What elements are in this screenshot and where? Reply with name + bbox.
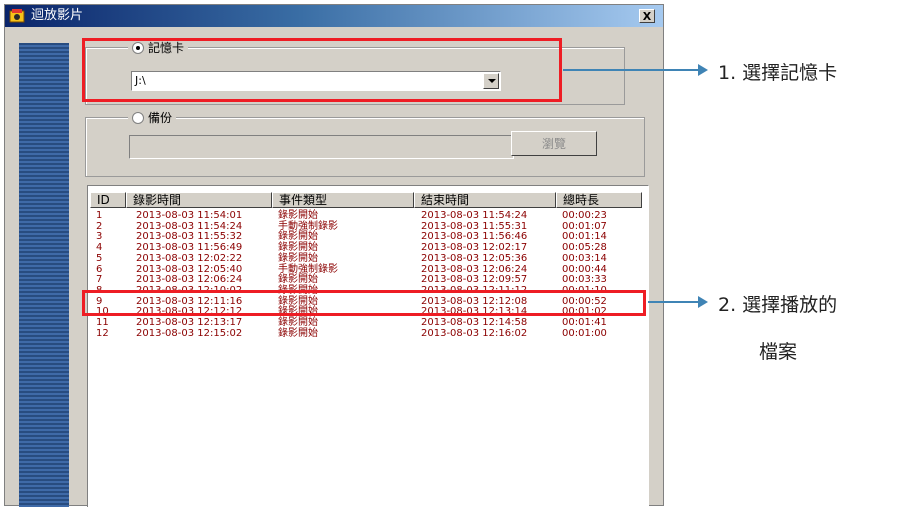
annotation-box-memory-card <box>82 38 562 102</box>
backup-path-field[interactable] <box>129 135 514 159</box>
cell-start-time: 2013-08-03 11:54:01 <box>136 210 243 221</box>
browse-button[interactable]: 瀏覽 <box>511 131 597 156</box>
annotation-step1: 1. 選擇記憶卡 <box>718 62 838 84</box>
cell-event-type: 手動強制錄影 <box>278 263 338 275</box>
column-header-id[interactable]: ID <box>90 192 126 208</box>
cell-event-type: 錄影開始 <box>278 231 318 243</box>
arrow-line-step1 <box>563 69 699 71</box>
column-header-start-time[interactable]: 錄影時間 <box>126 192 272 208</box>
table-row[interactable]: 12 2013-08-03 12:15:02 錄影開始 2013-08-03 12:1… <box>88 328 648 339</box>
cell-start-time: 2013-08-03 11:56:49 <box>136 242 243 254</box>
cell-end-time: 2013-08-03 12:16:02 <box>421 327 528 339</box>
cell-end-time: 2013-08-03 12:14:58 <box>421 317 528 328</box>
backup-option[interactable]: 備份 <box>128 109 177 126</box>
cell-event-type: 錄影開始 <box>278 327 318 339</box>
table-row[interactable]: 6 2013-08-03 12:05:40 手動強制錄影 2013-08-03 12:… <box>88 264 648 275</box>
cell-event-type: 錄影開始 <box>278 317 318 328</box>
table-row[interactable]: 7 2013-08-03 12:06:24 錄影開始 2013-08-03 12:09… <box>88 274 648 285</box>
cell-start-time: 2013-08-03 12:13:17 <box>136 317 243 328</box>
annotation-step2-line2: 檔案 <box>759 341 798 363</box>
cell-start-time: 2013-08-03 12:06:24 <box>136 274 243 286</box>
cell-event-type: 錄影開始 <box>278 210 318 221</box>
cell-start-time: 2013-08-03 12:15:02 <box>136 327 243 339</box>
table-row[interactable]: 5 2013-08-03 12:02:22 錄影開始 2013-08-03 12:05… <box>88 253 648 264</box>
cell-event-type: 錄影開始 <box>278 252 318 264</box>
cell-end-time: 2013-08-03 12:05:36 <box>421 252 528 264</box>
cell-event-type: 錄影開始 <box>278 274 318 286</box>
cell-event-type: 錄影開始 <box>278 242 318 254</box>
cell-end-time: 2013-08-03 11:54:24 <box>421 210 528 221</box>
cell-duration: 00:01:14 <box>562 231 607 243</box>
cell-duration: 00:03:14 <box>562 252 607 264</box>
cell-end-time: 2013-08-03 11:56:46 <box>421 231 528 243</box>
cell-id: 11 <box>96 317 109 328</box>
cell-duration: 00:00:44 <box>562 263 607 275</box>
arrow-line-step2 <box>648 301 700 303</box>
cell-id: 5 <box>96 252 103 264</box>
table-row[interactable]: 3 2013-08-03 11:55:32 錄影開始 2013-08-03 11:56… <box>88 231 648 242</box>
cell-id: 4 <box>96 242 103 254</box>
cell-start-time: 2013-08-03 12:05:40 <box>136 263 243 275</box>
cell-duration: 00:00:23 <box>562 210 607 221</box>
arrow-head-step1-icon <box>698 64 708 76</box>
arrow-head-step2-icon <box>698 296 708 308</box>
app-icon <box>9 9 25 23</box>
table-row[interactable]: 1 2013-08-03 11:54:01 錄影開始 2013-08-03 11:54… <box>88 210 648 221</box>
close-button[interactable]: X <box>639 9 655 23</box>
column-header-event-type[interactable]: 事件類型 <box>272 192 414 208</box>
title-bar[interactable]: 迴放影片 X <box>5 5 663 27</box>
sidebar-decoration <box>19 43 69 507</box>
recording-list[interactable]: ID 錄影時間 事件類型 結束時間 總時長 1 2013-08-03 11:54:… <box>87 185 649 507</box>
cell-duration: 00:01:41 <box>562 317 607 328</box>
cell-start-time: 2013-08-03 11:54:24 <box>136 220 243 232</box>
cell-duration: 00:01:00 <box>562 327 607 339</box>
cell-id: 1 <box>96 210 103 221</box>
cell-duration: 00:01:07 <box>562 220 607 232</box>
cell-start-time: 2013-08-03 11:55:32 <box>136 231 243 243</box>
annotation-box-selected-row <box>82 290 646 316</box>
column-header-duration[interactable]: 總時長 <box>556 192 642 208</box>
cell-id: 7 <box>96 274 103 286</box>
cell-id: 3 <box>96 231 103 243</box>
cell-id: 12 <box>96 327 109 339</box>
cell-end-time: 2013-08-03 11:55:31 <box>421 220 528 232</box>
table-row[interactable]: 11 2013-08-03 12:13:17 錄影開始 2013-08-03 12:1… <box>88 317 648 328</box>
window-title: 迴放影片 <box>31 8 84 23</box>
backup-label: 備份 <box>148 111 173 125</box>
cell-end-time: 2013-08-03 12:06:24 <box>421 263 528 275</box>
cell-id: 6 <box>96 263 103 275</box>
table-row[interactable]: 2 2013-08-03 11:54:24 手動強制錄影 2013-08-03 11:… <box>88 221 648 232</box>
cell-end-time: 2013-08-03 12:09:57 <box>421 274 528 286</box>
cell-duration: 00:05:28 <box>562 242 607 254</box>
cell-duration: 00:03:33 <box>562 274 607 286</box>
column-header-end-time[interactable]: 結束時間 <box>414 192 556 208</box>
backup-radio[interactable] <box>132 111 144 124</box>
list-header: ID 錄影時間 事件類型 結束時間 總時長 <box>88 192 648 208</box>
annotation-step2-line1: 2. 選擇播放的 <box>718 294 838 316</box>
cell-id: 2 <box>96 220 103 232</box>
cell-start-time: 2013-08-03 12:02:22 <box>136 252 243 264</box>
cell-end-time: 2013-08-03 12:02:17 <box>421 242 528 254</box>
table-row[interactable]: 4 2013-08-03 11:56:49 錄影開始 2013-08-03 12:02… <box>88 242 648 253</box>
